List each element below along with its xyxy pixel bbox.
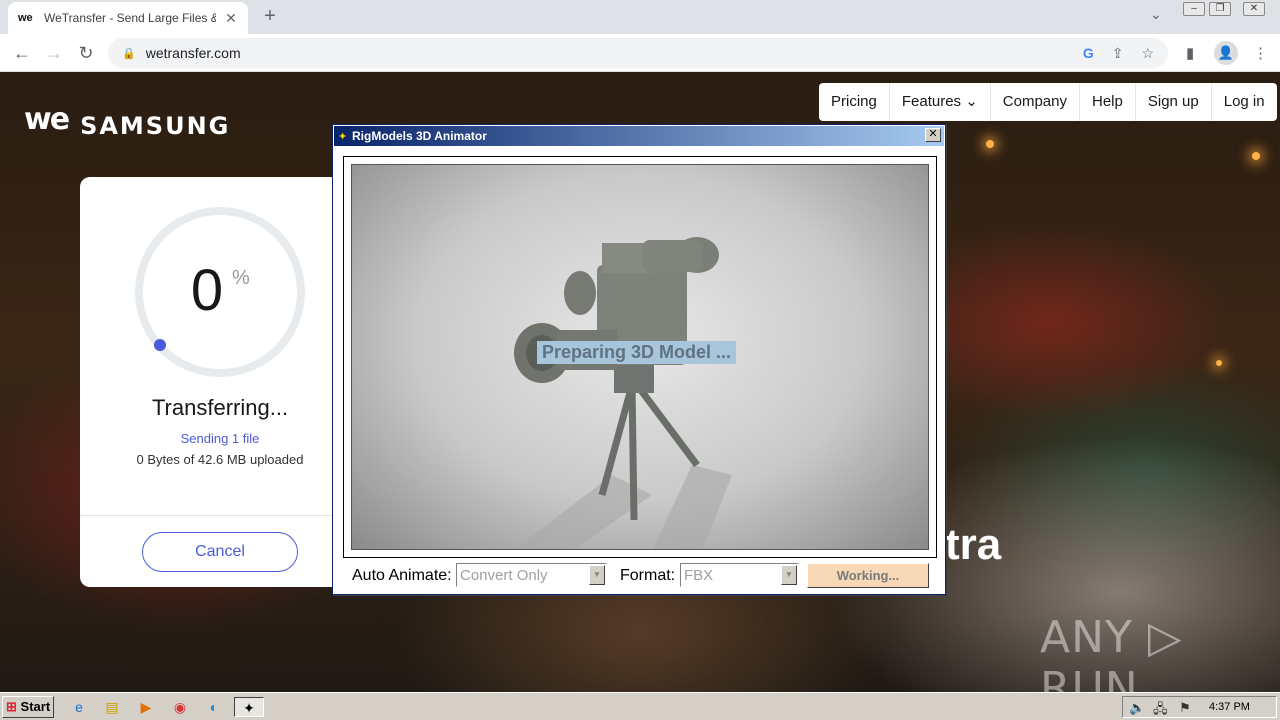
nav-pricing[interactable]: Pricing xyxy=(819,83,889,121)
volume-icon[interactable]: 🔈 xyxy=(1129,700,1145,716)
wetransfer-favicon-icon: we xyxy=(18,12,33,24)
background-light xyxy=(1252,152,1260,160)
media-player-icon[interactable]: ▶ xyxy=(135,697,157,717)
transfer-card: 0 % Transferring... Sending 1 file 0 Byt… xyxy=(80,177,360,587)
network-icon[interactable]: 🖧 xyxy=(1153,700,1168,720)
top-navigation: Pricing Features ⌄ Company Help Sign up … xyxy=(819,83,1277,121)
eyepiece xyxy=(564,271,596,315)
dropdown-arrow-icon[interactable]: ▼ xyxy=(589,565,605,585)
tripod-leg xyxy=(628,384,638,521)
dialog-title: RigModels 3D Animator xyxy=(352,129,487,143)
tab-strip: we WeTransfer - Send Large Files & Sha ✕… xyxy=(0,0,1280,34)
back-arrow-icon[interactable]: ← xyxy=(10,42,34,64)
google-translate-icon[interactable]: G xyxy=(1083,45,1094,61)
forward-arrow-icon[interactable]: → xyxy=(42,42,66,64)
percent-sign: % xyxy=(232,267,250,289)
file-explorer-icon[interactable]: ▤ xyxy=(101,697,123,717)
scope-tube xyxy=(642,240,702,272)
internet-explorer-icon[interactable]: e xyxy=(68,697,90,717)
wetransfer-logo[interactable]: we xyxy=(24,102,70,137)
nav-features[interactable]: Features ⌄ xyxy=(888,83,990,121)
clock[interactable]: 4:37 PM xyxy=(1209,701,1250,713)
progress-indicator-dot xyxy=(154,339,166,351)
browser-tab[interactable]: we WeTransfer - Send Large Files & Sha ✕ xyxy=(8,2,248,34)
rigmodels-dialog: ✦ RigModels 3D Animator ✕ Preparing 3D M… xyxy=(332,124,946,595)
dialog-titlebar[interactable]: ✦ RigModels 3D Animator ✕ xyxy=(334,126,944,146)
tab-title: WeTransfer - Send Large Files & Sha xyxy=(44,11,216,25)
chrome-icon[interactable]: ◉ xyxy=(169,697,191,717)
bookmark-star-icon[interactable]: ☆ xyxy=(1141,45,1154,62)
edge-icon[interactable]: ◐ xyxy=(203,697,225,717)
model-shadow xyxy=(652,465,732,549)
app-icon: ✦ xyxy=(338,130,348,143)
start-button[interactable]: ⊞ Start xyxy=(2,696,54,718)
new-tab-button[interactable]: + xyxy=(258,4,282,28)
minimize-button[interactable]: – xyxy=(1183,2,1205,16)
format-value: FBX xyxy=(684,567,714,584)
restore-button[interactable]: ❐ xyxy=(1209,2,1231,16)
auto-animate-select[interactable]: Convert Only ▼ xyxy=(456,563,607,587)
3d-viewport: Preparing 3D Model ... xyxy=(351,164,929,550)
working-button[interactable]: Working... xyxy=(807,563,929,588)
start-label: Start xyxy=(20,699,51,714)
tripod-leg xyxy=(634,382,700,468)
nav-signup[interactable]: Sign up xyxy=(1134,83,1211,121)
background-light xyxy=(986,140,994,148)
format-select[interactable]: FBX ▼ xyxy=(680,563,799,587)
omnibox[interactable]: 🔒 wetransfer.com G ⇪ ☆ xyxy=(108,38,1168,68)
side-panel-icon[interactable]: ▮ xyxy=(1186,44,1194,62)
windows-flag-icon: ⊞ xyxy=(6,699,17,714)
upload-progress-text: 0 Bytes of 42.6 MB uploaded xyxy=(136,452,304,467)
nav-help[interactable]: Help xyxy=(1079,83,1135,121)
viewport-frame: Preparing 3D Model ... xyxy=(343,156,937,558)
window-close-button[interactable]: ✕ xyxy=(1243,2,1265,16)
brand: we SAMSUNG xyxy=(24,98,230,141)
address-bar: ← → ↻ 🔒 wetransfer.com G ⇪ ☆ ▮ ⋮ xyxy=(0,34,1280,72)
transfer-status: Transferring... xyxy=(151,395,289,420)
dialog-close-button[interactable]: ✕ xyxy=(925,128,941,142)
sending-files-text: Sending 1 file xyxy=(180,431,260,446)
lock-icon[interactable]: 🔒 xyxy=(122,47,136,60)
menu-kebab-icon[interactable]: ⋮ xyxy=(1253,44,1268,62)
samsung-logo[interactable]: SAMSUNG xyxy=(80,112,230,140)
action-center-flag-icon[interactable]: ⚑ xyxy=(1179,700,1191,716)
preparing-overlay-text: Preparing 3D Model ... xyxy=(537,341,737,364)
tab-search-chevron-icon[interactable]: ⌄ xyxy=(1150,6,1162,23)
close-tab-icon[interactable]: ✕ xyxy=(224,10,238,27)
dialog-controls: Auto Animate: Convert Only ▼ Format: FBX… xyxy=(333,561,945,591)
progress-percent: 0 xyxy=(190,258,224,323)
profile-avatar[interactable]: 👤 xyxy=(1214,41,1238,65)
auto-animate-label: Auto Animate: xyxy=(352,567,452,584)
system-tray: 🔈 🖧 ⚑ 4:37 PM xyxy=(1122,696,1277,718)
reload-icon[interactable]: ↻ xyxy=(74,42,98,64)
url-text[interactable]: wetransfer.com xyxy=(146,45,1065,61)
divider xyxy=(80,515,360,516)
background-light xyxy=(1216,360,1222,366)
share-icon[interactable]: ⇪ xyxy=(1112,45,1124,62)
format-label: Format: xyxy=(620,567,676,584)
nav-login[interactable]: Log in xyxy=(1210,83,1277,121)
ad-headline-fragment: tra xyxy=(945,520,1002,569)
taskbar: ⊞ Start e ▤ ▶ ◉ ◐ ✦ 🔈 🖧 ⚑ 4:37 PM xyxy=(0,692,1280,720)
cancel-button[interactable]: Cancel xyxy=(142,532,298,572)
rigmodels-taskbar-icon[interactable]: ✦ xyxy=(234,697,264,717)
auto-animate-value: Convert Only xyxy=(460,567,548,584)
anyrun-watermark: ANY ▷ RUN xyxy=(1040,612,1183,692)
nav-company[interactable]: Company xyxy=(989,83,1079,121)
dropdown-arrow-icon[interactable]: ▼ xyxy=(781,565,797,585)
